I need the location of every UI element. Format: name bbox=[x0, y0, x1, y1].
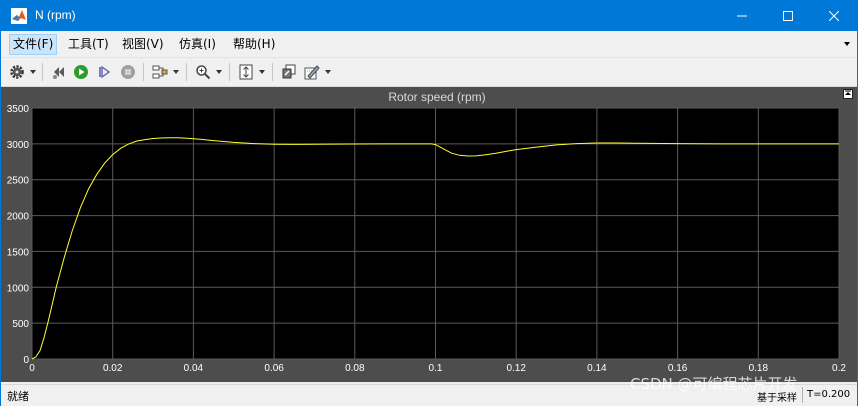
menu-help[interactable]: 帮助(H) bbox=[230, 35, 278, 54]
menu-file[interactable]: 文件(F) bbox=[9, 34, 58, 55]
scope-window: N (rpm) 文件(F) 工具(T) 视图(V) 仿真(I) 帮助(H) Ro… bbox=[0, 0, 858, 406]
autoscale-dropdown[interactable] bbox=[258, 62, 266, 82]
sim-time: T=0.200 bbox=[807, 389, 851, 400]
highlight-button[interactable] bbox=[150, 62, 170, 82]
stop-button[interactable] bbox=[118, 62, 138, 82]
toolbar-separator bbox=[42, 63, 43, 81]
zoom-button[interactable] bbox=[193, 62, 213, 82]
scope-display: Rotor speed (rpm) 0 500 1000 1500 2000 2500 30… bbox=[1, 87, 857, 382]
x-tick-label: 0.02 bbox=[103, 363, 123, 374]
zoom-dropdown[interactable] bbox=[215, 62, 223, 82]
toolbar bbox=[1, 58, 857, 87]
dock-icon bbox=[845, 90, 851, 95]
highlight-dropdown[interactable] bbox=[172, 62, 180, 82]
stop-icon bbox=[121, 65, 135, 79]
status-divider bbox=[802, 387, 803, 403]
dropdown-arrow-icon bbox=[30, 70, 36, 74]
toolbar-separator bbox=[143, 63, 144, 81]
watermark: CSDN @可编程芯片开发 bbox=[630, 375, 798, 393]
scope-chart[interactable]: Rotor speed (rpm) 0 500 1000 1500 2000 2500 30… bbox=[1, 87, 857, 382]
x-tick-label: 0.08 bbox=[345, 363, 365, 374]
dropdown-arrow-icon bbox=[173, 70, 179, 74]
toolbar-separator bbox=[272, 63, 273, 81]
y-tick-label: 1000 bbox=[7, 283, 30, 294]
run-button[interactable] bbox=[71, 62, 91, 82]
settings-dropdown[interactable] bbox=[29, 62, 37, 82]
x-tick-label: 0.04 bbox=[184, 363, 204, 374]
step-forward-button[interactable] bbox=[94, 62, 114, 82]
y-tick-label: 3500 bbox=[7, 104, 30, 115]
run-icon bbox=[74, 65, 88, 79]
minimize-icon bbox=[737, 15, 747, 17]
toolbar-separator bbox=[186, 63, 187, 81]
x-tick-label: 0 bbox=[29, 363, 35, 374]
dropdown-arrow-icon bbox=[216, 70, 222, 74]
matlab-logo-icon bbox=[11, 8, 27, 24]
x-tick-label: 0.2 bbox=[832, 363, 846, 374]
gear-icon bbox=[10, 65, 24, 79]
maximize-button[interactable] bbox=[765, 1, 811, 31]
status-text: 就绪 bbox=[7, 390, 29, 403]
menu-bar: 文件(F) 工具(T) 视图(V) 仿真(I) 帮助(H) bbox=[1, 31, 857, 58]
chart-title: Rotor speed (rpm) bbox=[388, 90, 485, 104]
dropdown-arrow-icon bbox=[325, 70, 331, 74]
zoom-in-icon bbox=[196, 65, 211, 80]
y-tick-label: 2500 bbox=[7, 176, 30, 187]
menu-view[interactable]: 视图(V) bbox=[119, 35, 167, 54]
close-button[interactable] bbox=[811, 1, 857, 31]
x-tick-label: 0.1 bbox=[429, 363, 443, 374]
step-forward-icon bbox=[99, 65, 111, 79]
menu-simulation[interactable]: 仿真(I) bbox=[176, 35, 219, 54]
highlight-icon bbox=[152, 65, 168, 79]
menubar-chevron-icon[interactable] bbox=[843, 40, 851, 48]
minimize-button[interactable] bbox=[719, 1, 765, 31]
y-tick-label: 1500 bbox=[7, 247, 30, 258]
style-dropdown[interactable] bbox=[324, 62, 332, 82]
step-back-button[interactable] bbox=[49, 62, 69, 82]
x-tick-label: 0.06 bbox=[264, 363, 284, 374]
window-title: N (rpm) bbox=[35, 8, 76, 22]
style-icon bbox=[304, 65, 320, 80]
restore-view-icon bbox=[282, 64, 296, 79]
x-tick-label: 0.12 bbox=[506, 363, 526, 374]
y-tick-label: 2000 bbox=[7, 212, 30, 223]
toolbar-separator bbox=[229, 63, 230, 81]
dock-button[interactable] bbox=[843, 89, 853, 99]
maximize-icon bbox=[783, 11, 793, 21]
style-button[interactable] bbox=[302, 62, 322, 82]
dropdown-arrow-icon bbox=[259, 70, 265, 74]
y-tick-label: 3000 bbox=[7, 140, 30, 151]
step-back-icon bbox=[53, 67, 64, 79]
x-tick-label: 0.14 bbox=[587, 363, 607, 374]
menu-tools[interactable]: 工具(T) bbox=[65, 35, 112, 54]
autoscale-button[interactable] bbox=[236, 62, 256, 82]
settings-button[interactable] bbox=[7, 62, 27, 82]
y-tick-label: 500 bbox=[12, 319, 29, 330]
restore-view-button[interactable] bbox=[279, 62, 299, 82]
close-icon bbox=[829, 11, 839, 21]
title-bar[interactable]: N (rpm) bbox=[1, 1, 857, 31]
autoscale-icon bbox=[239, 64, 253, 80]
